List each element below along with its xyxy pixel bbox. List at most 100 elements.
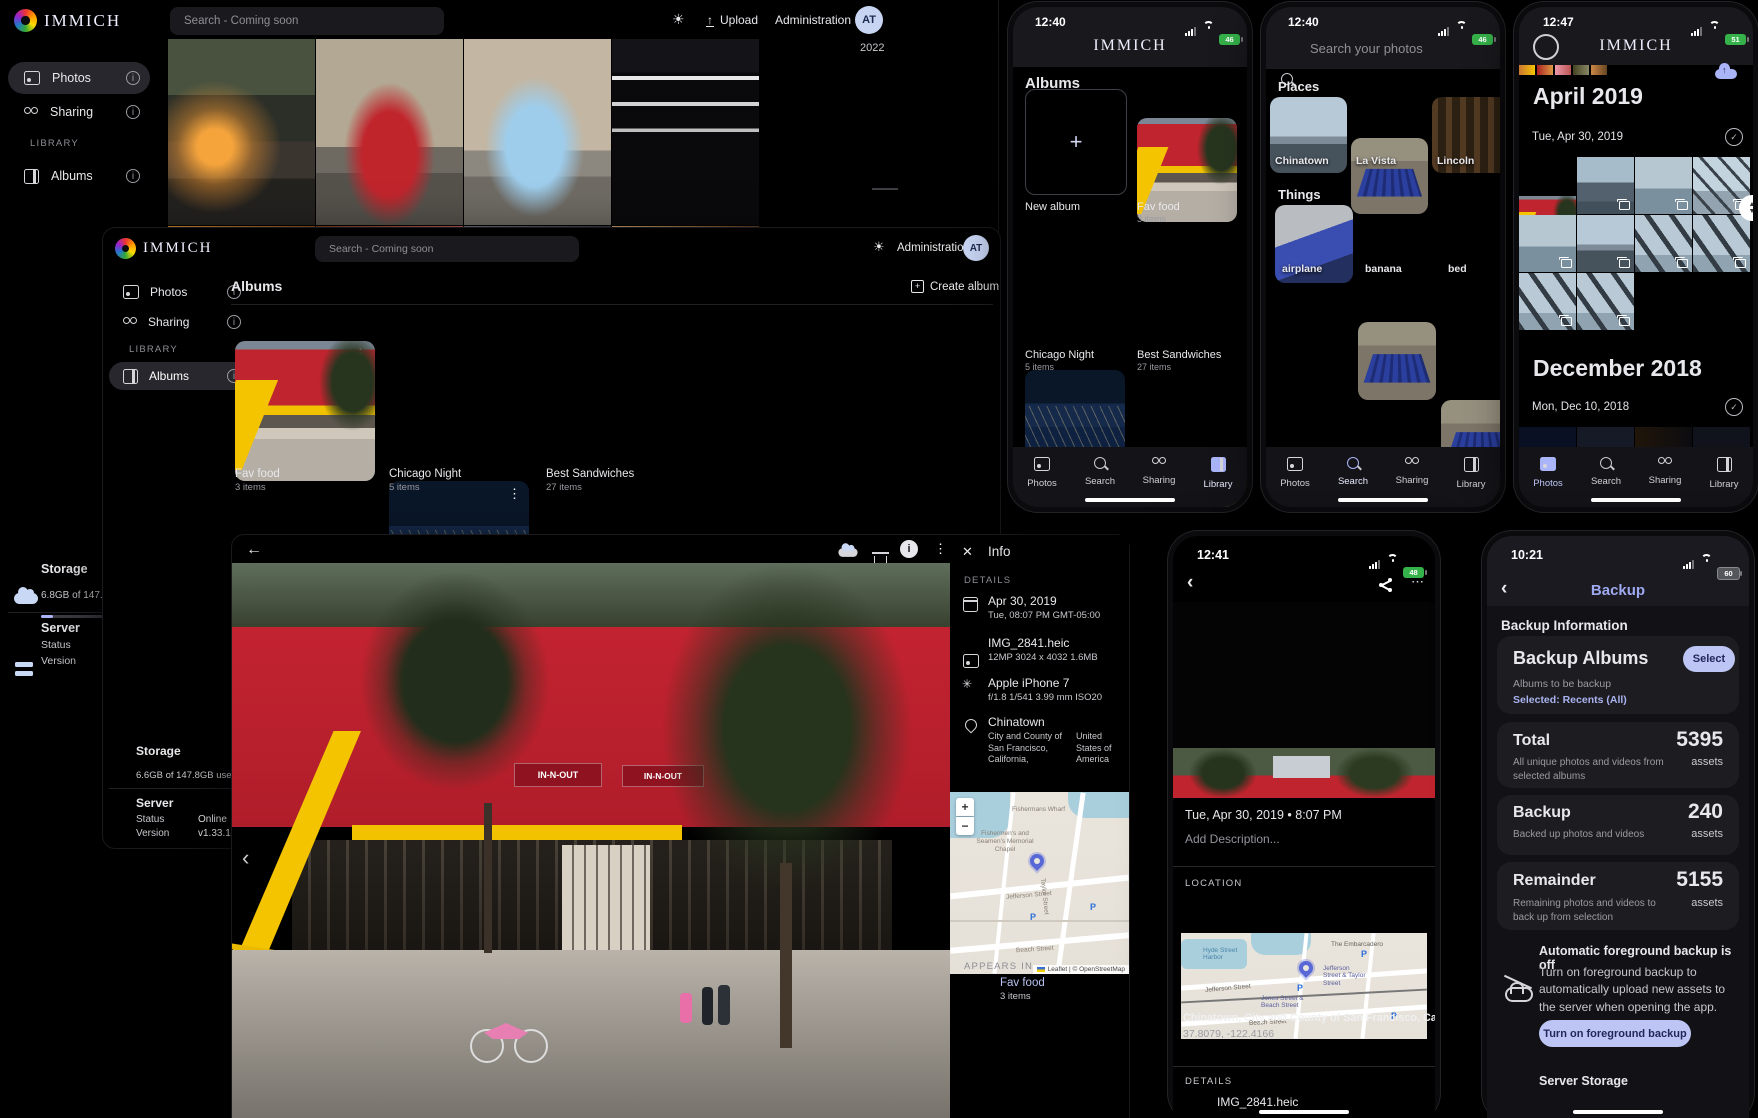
- album-count: 27 items: [546, 482, 582, 493]
- photo-thumb[interactable]: [1635, 157, 1692, 214]
- theme-toggle-sun-icon[interactable]: ☀: [672, 11, 685, 28]
- album-name[interactable]: Chicago Night: [1025, 349, 1094, 361]
- administration-link[interactable]: Administration: [775, 13, 851, 27]
- user-avatar[interactable]: AT: [855, 6, 883, 34]
- status-time: 12:47: [1543, 15, 1574, 29]
- location-map[interactable]: Fishermans Wharf Fishermen's and Seamen'…: [950, 792, 1129, 974]
- photo-thumb-dark[interactable]: [1693, 427, 1750, 449]
- photo-thumb[interactable]: [1635, 215, 1692, 272]
- user-avatar[interactable]: AT: [963, 235, 989, 261]
- nav-sharing[interactable]: Sharing: [1383, 457, 1441, 486]
- nav-photos[interactable]: Photos: [1013, 457, 1071, 489]
- search-input[interactable]: Search - Coming soon: [170, 7, 444, 35]
- tiny-thumb: [1519, 65, 1535, 75]
- photo-viewer[interactable]: IN-N-OUT IN-N-OUT ‹: [232, 563, 950, 1118]
- stack-icon: [1561, 259, 1572, 268]
- nav-search-active[interactable]: Search: [1324, 457, 1382, 487]
- photo-strip[interactable]: [1173, 748, 1435, 798]
- upload-button[interactable]: ↑ Upload: [706, 13, 758, 27]
- album-card-fav-food[interactable]: ⋮: [235, 341, 375, 481]
- photo-thumb[interactable]: [1519, 273, 1576, 330]
- theme-toggle-sun-icon[interactable]: ☀: [873, 239, 885, 255]
- search-input[interactable]: Search your photos: [1310, 41, 1423, 56]
- nav-photos[interactable]: Photos: [1266, 457, 1324, 489]
- nav-library-active[interactable]: Library: [1189, 457, 1247, 490]
- map-zoom-out-button[interactable]: −: [956, 817, 974, 835]
- album-name[interactable]: Best Sandwiches: [546, 468, 634, 480]
- prev-photo-chevron[interactable]: ‹: [242, 845, 249, 871]
- wifi-icon: [1387, 554, 1398, 563]
- select-day-check-icon[interactable]: ✓: [1725, 128, 1743, 146]
- administration-link[interactable]: Administration: [897, 242, 970, 254]
- search-input[interactable]: Search - Coming soon: [315, 236, 579, 262]
- photo-thumbnail-mustang[interactable]: [168, 39, 315, 225]
- photo-thumb-dark[interactable]: [1577, 427, 1634, 449]
- photos-icon: [1034, 457, 1050, 471]
- info-icon[interactable]: i: [126, 105, 140, 119]
- immich-logo-icon: [14, 9, 37, 32]
- timeline-scrubber[interactable]: [872, 188, 898, 190]
- close-icon[interactable]: ✕: [962, 544, 973, 560]
- new-album-card[interactable]: +: [1025, 89, 1127, 195]
- photo-thumb[interactable]: [1577, 273, 1634, 330]
- photo-thumb-dark[interactable]: [1635, 427, 1692, 449]
- new-album-label: New album: [1025, 201, 1080, 213]
- sidebar-item-sharing[interactable]: Sharing i: [109, 308, 249, 336]
- place-label: Lincoln: [1437, 155, 1474, 167]
- back-button[interactable]: ←: [246, 541, 262, 559]
- nav-search[interactable]: Search: [1577, 457, 1635, 487]
- nav-library[interactable]: Library: [1695, 457, 1753, 490]
- album-name[interactable]: Fav food: [1137, 201, 1180, 213]
- select-button[interactable]: Select: [1683, 646, 1735, 672]
- photo-thumbnail-red-car[interactable]: [316, 39, 463, 225]
- nav-photos-active[interactable]: Photos: [1519, 457, 1577, 489]
- sidebar-item-albums-active[interactable]: Albums i: [109, 362, 249, 390]
- album-name[interactable]: Fav food: [235, 468, 280, 480]
- more-menu-icon[interactable]: ⋮: [934, 542, 947, 555]
- download-cloud-icon[interactable]: [838, 548, 857, 557]
- photo-thumbnail-blue-fiat[interactable]: [464, 39, 611, 225]
- place-line: Chinatown, City and County of San Franci…: [1183, 1012, 1435, 1024]
- photo-thumbnail-garage[interactable]: [612, 39, 759, 225]
- album-name[interactable]: Chicago Night: [389, 468, 461, 480]
- sidebar-item-albums[interactable]: Albums i: [8, 160, 150, 192]
- info-icon[interactable]: i: [227, 315, 241, 329]
- info-button-active[interactable]: i: [900, 540, 918, 558]
- phone-photo-detail: 12:41 48 ‹ ⋯ Tue, Apr 30, 2019 • 8:07 PM: [1168, 531, 1440, 1118]
- turn-on-foreground-backup-button[interactable]: Turn on foreground backup: [1539, 1020, 1691, 1047]
- server-status-value: Online: [198, 814, 227, 825]
- backup-cloud-icon[interactable]: [1715, 69, 1737, 79]
- nav-library[interactable]: Library: [1442, 457, 1500, 490]
- place-card-la-vista[interactable]: [1351, 138, 1428, 214]
- map-parking-icon: P: [1361, 949, 1367, 959]
- description-input[interactable]: Add Description...: [1185, 832, 1280, 846]
- sidebar-item-photos[interactable]: Photos i: [109, 278, 249, 306]
- more-menu-icon[interactable]: ⋯: [1411, 574, 1424, 590]
- album-menu-icon[interactable]: ⋮: [508, 487, 521, 500]
- nav-sharing[interactable]: Sharing: [1636, 457, 1694, 486]
- bottom-nav: Photos Search Sharing Library: [1519, 447, 1753, 507]
- photo-thumb-dark[interactable]: [1519, 427, 1576, 449]
- select-day-check-icon[interactable]: ✓: [1725, 398, 1743, 416]
- info-icon[interactable]: i: [126, 169, 140, 183]
- sidebar-item-sharing[interactable]: Sharing i: [8, 96, 150, 128]
- server-version-value: v1.33.1: [198, 828, 231, 839]
- nav-search[interactable]: Search: [1071, 457, 1129, 487]
- photo-thumb[interactable]: [1577, 215, 1634, 272]
- map-zoom-in-button[interactable]: +: [956, 798, 974, 816]
- sidebar-item-photos[interactable]: Photos i: [8, 62, 150, 94]
- albums-icon: [24, 169, 39, 184]
- share-icon[interactable]: [1379, 578, 1393, 592]
- remainder-card: Remainder 5155 Remaining photos and vide…: [1497, 862, 1739, 930]
- create-album-button[interactable]: + Create album: [911, 280, 999, 293]
- nav-sharing[interactable]: Sharing: [1130, 457, 1188, 486]
- photo-thumb[interactable]: [1693, 215, 1750, 272]
- back-button[interactable]: ‹: [1187, 572, 1193, 594]
- album-menu-icon[interactable]: ⋮: [354, 347, 367, 360]
- appears-album-name[interactable]: Fav food: [1000, 977, 1045, 989]
- info-icon[interactable]: i: [126, 71, 140, 85]
- thing-card-banana[interactable]: [1358, 322, 1436, 400]
- photo-thumb[interactable]: [1519, 215, 1576, 272]
- photo-thumb[interactable]: [1577, 157, 1634, 214]
- album-name[interactable]: Best Sandwiches: [1137, 349, 1221, 361]
